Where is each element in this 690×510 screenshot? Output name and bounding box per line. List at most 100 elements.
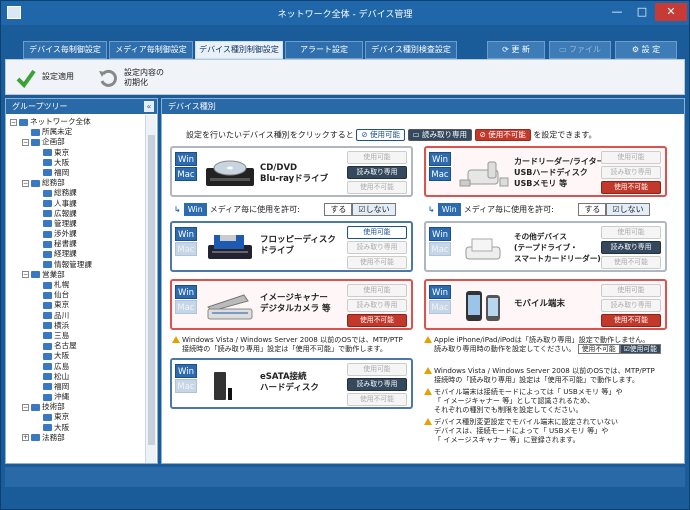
permit-yes-button[interactable]: する: [324, 203, 353, 216]
tree-node[interactable]: 福岡: [10, 382, 145, 392]
unusable-option[interactable]: 使用不可能: [601, 256, 661, 269]
tab-device-type-inspection[interactable]: デバイス種別検査設定: [365, 41, 457, 59]
permit-yes-button[interactable]: する: [578, 203, 607, 216]
group-icon: [43, 240, 52, 248]
tree-node[interactable]: 広島: [10, 362, 145, 372]
minimize-button[interactable]: —: [605, 3, 629, 21]
warning-icon: [424, 367, 432, 374]
tab-device-control[interactable]: デバイス毎制御設定: [23, 41, 107, 59]
tree-node[interactable]: − ネットワーク全体: [10, 117, 145, 127]
tab-media-control[interactable]: メディア毎制御設定: [109, 41, 193, 59]
tree-node[interactable]: − 総務部: [10, 178, 145, 188]
maximize-button[interactable]: □: [630, 3, 654, 21]
permit-no-button[interactable]: ☑しない: [352, 203, 396, 216]
tree-node[interactable]: 横浜: [10, 321, 145, 331]
tree-expander[interactable]: −: [22, 138, 29, 146]
tree-node-label: 三島: [54, 330, 70, 340]
tree-node[interactable]: 秘書課: [10, 239, 145, 249]
unusable-option[interactable]: 使用不可能: [347, 393, 407, 406]
device-card-esata[interactable]: Win Mac eSATA接続 ハードディスク 使用可能 読み取り専用 使用不可能: [170, 358, 413, 409]
unusable-option[interactable]: 使用不可能: [347, 181, 407, 194]
refresh-icon: ⟳: [502, 45, 512, 54]
readonly-option[interactable]: 読み取り専用: [601, 241, 661, 254]
device-card-cd-dvd[interactable]: Win Mac CD/DVD Blu-rayドライブ 使用可能 読み取り専用 使用…: [170, 146, 413, 197]
tree-node[interactable]: 大阪: [10, 158, 145, 168]
tree-expander[interactable]: −: [22, 179, 29, 187]
apply-settings-button[interactable]: 設定適用: [12, 63, 82, 93]
tree-node[interactable]: 東京: [10, 148, 145, 158]
tree-node[interactable]: 大阪: [10, 351, 145, 361]
usable-option[interactable]: 使用可能: [601, 284, 661, 297]
close-button[interactable]: ✕: [655, 3, 687, 21]
permit-no-button[interactable]: ☑しない: [606, 203, 650, 216]
device-card-other[interactable]: Win Mac その他デバイス (テープドライブ・ スマートカードリーダー) 使用可…: [424, 221, 667, 272]
readonly-option[interactable]: 読み取り専用: [601, 166, 661, 179]
device-card-scanner-camera[interactable]: Win Mac イメージキャナー デジタルカメラ 等 使用可能 読み取り専用 使用…: [170, 279, 413, 330]
tree-expander[interactable]: −: [10, 118, 17, 126]
tree-node[interactable]: 情報管理課: [10, 260, 145, 270]
unusable-option[interactable]: 使用不可能: [601, 314, 661, 327]
device-name-line1: その他デバイス: [514, 232, 567, 241]
tree-node[interactable]: 名古屋: [10, 341, 145, 351]
usable-option[interactable]: 使用可能: [347, 363, 407, 376]
tree-node[interactable]: 経理課: [10, 249, 145, 259]
file-button[interactable]: ▭ ファイル: [549, 41, 611, 59]
scrollbar-thumb[interactable]: [148, 135, 155, 445]
unusable-option[interactable]: 使用不可能: [601, 181, 661, 194]
tree-node[interactable]: 所属未定: [10, 127, 145, 137]
tree-node[interactable]: 品川: [10, 311, 145, 321]
tree-node[interactable]: 松山: [10, 372, 145, 382]
apple-unusable-option[interactable]: 使用不可能: [577, 344, 620, 354]
usable-option[interactable]: 使用可能: [347, 151, 407, 164]
reset-settings-button[interactable]: 設定内容の 初期化: [94, 63, 174, 93]
usable-option[interactable]: 使用可能: [601, 151, 661, 164]
arrow-icon: ↳: [428, 205, 435, 214]
tree-node[interactable]: 沖縄: [10, 392, 145, 402]
apple-usable-option[interactable]: ☑使用可能: [619, 344, 661, 354]
tree-node[interactable]: 総務課: [10, 188, 145, 198]
readonly-option[interactable]: 読み取り専用: [347, 299, 407, 312]
refresh-button[interactable]: ⟳ 更 新: [487, 41, 545, 59]
tree-node[interactable]: − 企画部: [10, 137, 145, 147]
tab-device-type-control[interactable]: デバイス種別制御設定: [195, 41, 283, 59]
device-card-mobile[interactable]: Win Mac モバイル端末 使用可能 読み取り専用 使用不可能: [424, 279, 667, 330]
tree-node[interactable]: 大阪: [10, 423, 145, 433]
tree-node[interactable]: 札幌: [10, 280, 145, 290]
unusable-option[interactable]: 使用不可能: [347, 314, 407, 327]
tree-node[interactable]: 渉外課: [10, 229, 145, 239]
tree-node[interactable]: 人事課: [10, 199, 145, 209]
tab-alert-settings[interactable]: アラート設定: [285, 41, 363, 59]
tree-node-label: 仙台: [54, 290, 70, 300]
usable-option[interactable]: 使用可能: [601, 226, 661, 239]
tree-expander[interactable]: −: [22, 403, 29, 411]
tree-expander[interactable]: −: [22, 271, 29, 279]
tree-expander[interactable]: +: [22, 434, 29, 442]
settings-button[interactable]: ⚙ 設 定: [615, 41, 677, 59]
group-icon: [43, 220, 52, 228]
tree-node[interactable]: 東京: [10, 300, 145, 310]
readonly-option[interactable]: 読み取り専用: [347, 241, 407, 254]
tree-scrollbar[interactable]: [145, 115, 156, 463]
collapse-pane-button[interactable]: «: [144, 101, 154, 112]
readonly-option[interactable]: 読み取り専用: [347, 378, 407, 391]
tree-node[interactable]: − 営業部: [10, 270, 145, 280]
tree-node[interactable]: 仙台: [10, 290, 145, 300]
apple-note: Apple iPhone/iPad/iPodは「読み取り専用」設定で動作しません…: [424, 335, 682, 354]
ribbon: 設定適用 設定内容の 初期化: [5, 59, 685, 95]
usable-option[interactable]: 使用可能: [347, 226, 407, 239]
tree-node[interactable]: 広報課: [10, 209, 145, 219]
tree-node[interactable]: 東京: [10, 412, 145, 422]
tree-node[interactable]: 福岡: [10, 168, 145, 178]
intro-prefix: 設定を行いたいデバイス種別をクリックすると: [186, 130, 354, 140]
unusable-option[interactable]: 使用不可能: [347, 256, 407, 269]
device-card-card-reader-usb[interactable]: Win Mac カードリーダー/ライター USBハードディスク USBメモリ 等 使…: [424, 146, 667, 197]
tree-node[interactable]: + 法務部: [10, 433, 145, 443]
tree-node[interactable]: 管理課: [10, 219, 145, 229]
readonly-option[interactable]: 読み取り専用: [601, 299, 661, 312]
gear-icon: ⚙: [631, 45, 642, 54]
tree-node[interactable]: 三島: [10, 331, 145, 341]
device-card-floppy[interactable]: Win Mac フロッピーディスク ドライブ 使用可能 読み取り専用 使用不可能: [170, 221, 413, 272]
readonly-option[interactable]: 読み取り専用: [347, 166, 407, 179]
tree-node[interactable]: − 技術部: [10, 402, 145, 412]
usable-option[interactable]: 使用可能: [347, 284, 407, 297]
